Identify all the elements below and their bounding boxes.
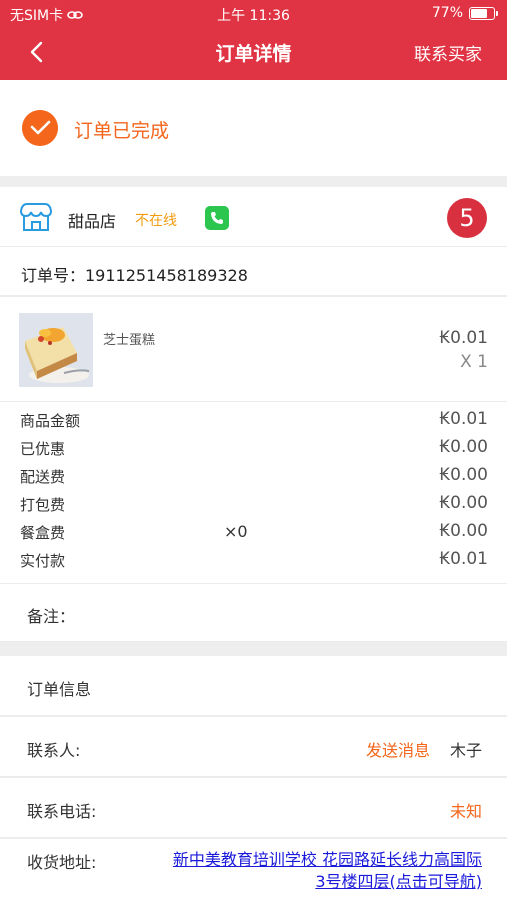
fee-label: 打包费 bbox=[20, 496, 66, 514]
product-name: 芝士蛋糕 bbox=[103, 333, 156, 348]
shop-name[interactable]: 甜品店 bbox=[68, 208, 116, 232]
contact-label: 联系人: bbox=[27, 741, 81, 760]
address-navigation-link[interactable]: 新中美教育培训学校 花园路延长线力高国际 3号楼四层(点击可导航) bbox=[120, 849, 482, 893]
fee-value: ₭0.00 bbox=[439, 521, 488, 541]
remark-label: 备注： bbox=[27, 607, 76, 626]
fee-value: ₭0.00 bbox=[439, 437, 488, 457]
contact-name: 木子 bbox=[449, 741, 482, 760]
battery-fill bbox=[471, 8, 488, 18]
phone-row: 联系电话: 未知 bbox=[0, 778, 507, 839]
send-message-button[interactable]: 发送消息 bbox=[366, 737, 430, 761]
order-number-row: 订单号：1911251458189328 bbox=[0, 247, 507, 297]
box-count: ×0 bbox=[224, 522, 248, 541]
address-line-1: 新中美教育培训学校 花园路延长线力高国际 bbox=[172, 850, 482, 869]
status-right: 77% bbox=[431, 5, 498, 21]
shop-row: 甜品店 不在线 5 bbox=[0, 187, 507, 247]
product-image bbox=[19, 313, 93, 387]
fee-label: 餐盒费 bbox=[20, 524, 66, 542]
check-circle-icon bbox=[22, 110, 58, 146]
store-icon bbox=[19, 203, 53, 231]
order-info-header: 订单信息 bbox=[0, 656, 507, 717]
fee-value: ₭0.01 bbox=[439, 409, 488, 429]
order-status-section: 订单已完成 bbox=[0, 80, 507, 176]
order-info-title: 订单信息 bbox=[27, 680, 92, 699]
fee-row-discount: 已优惠 ₭0.00 bbox=[0, 434, 507, 462]
fee-label: 配送费 bbox=[20, 468, 66, 486]
status-bar: 无SIM卡 上午 11:36 77% bbox=[0, 0, 507, 26]
app-header: 无SIM卡 上午 11:36 77% 订单详情 联系买家 bbox=[0, 0, 507, 80]
fee-value: ₭0.00 bbox=[439, 493, 488, 513]
shop-online-status: 不在线 bbox=[135, 213, 177, 229]
battery-percent: 77% bbox=[431, 5, 463, 21]
order-status-text: 订单已完成 bbox=[74, 120, 170, 142]
address-label: 收货地址: bbox=[27, 853, 97, 872]
fee-label: 实付款 bbox=[20, 552, 66, 570]
product-price: ₭0.01 bbox=[439, 328, 488, 348]
address-row: 收货地址: 新中美教育培训学校 花园路延长线力高国际 3号楼四层(点击可导航) bbox=[0, 839, 507, 900]
count-badge: 5 bbox=[447, 198, 487, 238]
order-number: 订单号：1911251458189328 bbox=[21, 266, 248, 285]
phone-value: 未知 bbox=[449, 802, 482, 821]
remark-row: 备注： bbox=[0, 584, 507, 642]
fee-value: ₭0.00 bbox=[439, 465, 488, 485]
section-divider bbox=[0, 642, 507, 656]
fee-label: 商品金额 bbox=[20, 412, 81, 430]
fee-value: ₭0.01 bbox=[439, 549, 488, 569]
fee-summary: 商品金额 ₭0.01 已优惠 ₭0.00 配送费 ₭0.00 打包费 ₭0.00… bbox=[0, 406, 507, 584]
product-row[interactable]: 芝士蛋糕 ₭0.01 X 1 bbox=[0, 300, 507, 402]
fee-row-delivery: 配送费 ₭0.00 bbox=[0, 462, 507, 490]
phone-icon[interactable] bbox=[205, 206, 229, 230]
product-quantity: X 1 bbox=[460, 352, 488, 372]
battery-icon bbox=[469, 6, 498, 20]
fee-label: 已优惠 bbox=[20, 440, 66, 458]
contact-row: 联系人: 发送消息 木子 bbox=[0, 717, 507, 778]
nav-bar: 订单详情 联系买家 bbox=[0, 30, 507, 74]
fee-row-box: 餐盒费 ×0 ₭0.00 bbox=[0, 518, 507, 546]
fee-row-paid: 实付款 ₭0.01 bbox=[0, 546, 507, 574]
phone-label: 联系电话: bbox=[27, 802, 97, 821]
fee-row-goods: 商品金额 ₭0.01 bbox=[0, 406, 507, 434]
address-line-2: 3号楼四层(点击可导航) bbox=[315, 872, 482, 891]
contact-buyer-button[interactable]: 联系买家 bbox=[414, 40, 482, 65]
fee-row-packing: 打包费 ₭0.00 bbox=[0, 490, 507, 518]
section-divider bbox=[0, 176, 507, 187]
